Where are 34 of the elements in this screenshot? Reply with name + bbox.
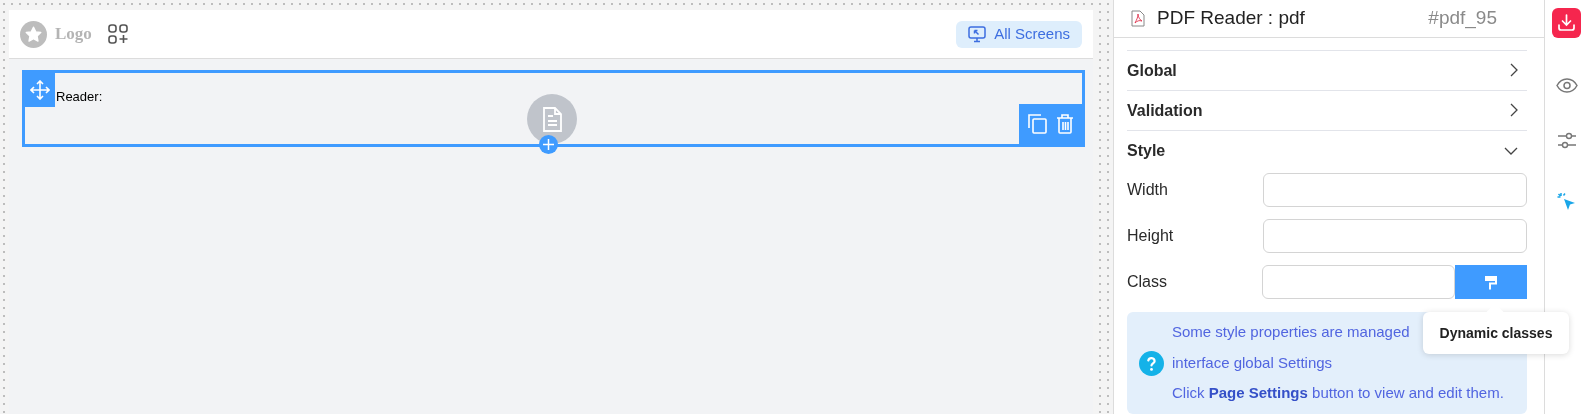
pdf-file-icon	[1131, 10, 1145, 27]
class-input[interactable]	[1262, 265, 1456, 300]
eye-icon[interactable]	[1555, 78, 1578, 93]
add-widget-icon[interactable]	[107, 24, 128, 44]
field-label: Reader:	[56, 88, 103, 106]
monitor-icon	[968, 25, 987, 43]
field-label: Height	[1127, 226, 1175, 247]
info-text: interface global Settings	[1172, 352, 1333, 373]
paint-roller-icon	[1484, 274, 1498, 290]
info-text: Click Page Settings button to view and edit them.	[1172, 383, 1504, 404]
copy-icon[interactable]	[1027, 114, 1047, 134]
sliders-icon[interactable]	[1556, 131, 1577, 150]
download-icon[interactable]	[1552, 8, 1581, 38]
trash-icon[interactable]	[1055, 114, 1074, 134]
move-handle[interactable]	[25, 73, 55, 107]
text-input[interactable]	[1262, 173, 1527, 208]
logo-text: Logo	[55, 23, 92, 46]
field-label: Width	[1127, 180, 1169, 201]
document-icon	[527, 94, 577, 144]
section-header[interactable]: Global	[1127, 51, 1527, 92]
text-input[interactable]	[1262, 219, 1527, 254]
logo-icon	[20, 20, 47, 48]
help-icon	[1139, 350, 1164, 376]
component-id: #pdf_95	[1428, 6, 1497, 31]
field-label: Class	[1127, 272, 1168, 293]
panel-title: PDF Reader : pdf	[1157, 6, 1305, 31]
section-header[interactable]: Validation	[1127, 91, 1527, 132]
component-frame[interactable]: Reader:	[22, 70, 1085, 147]
paint-roller-button[interactable]	[1455, 265, 1527, 300]
section-header[interactable]: Style	[1127, 131, 1527, 172]
add-icon[interactable]	[539, 135, 558, 154]
all-screens-button[interactable]: All Screens	[956, 20, 1082, 48]
info-text: Some style properties are managed	[1172, 322, 1410, 343]
cursor-click-icon[interactable]	[1556, 192, 1577, 212]
